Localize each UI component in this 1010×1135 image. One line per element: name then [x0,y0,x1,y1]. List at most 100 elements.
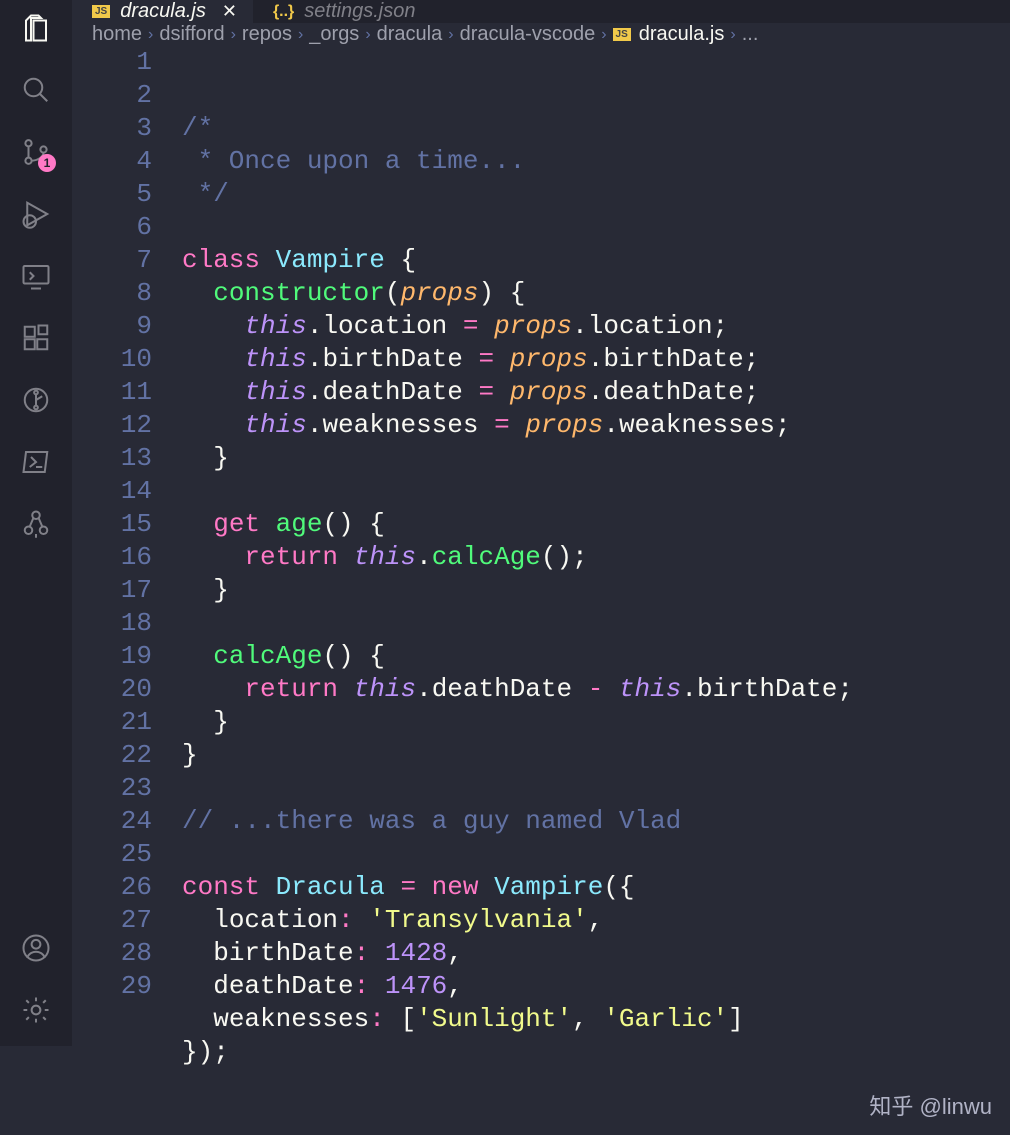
line-number: 23 [72,772,152,805]
code-line[interactable]: const Dracula = new Vampire({ [182,871,1010,904]
line-number: 6 [72,211,152,244]
extensions-icon[interactable] [18,320,54,356]
code-line[interactable]: /* [182,112,1010,145]
breadcrumb-segment[interactable]: _orgs [309,23,359,46]
code-line[interactable]: this.deathDate = props.deathDate; [182,376,1010,409]
remote-icon[interactable] [18,258,54,294]
line-number: 13 [72,442,152,475]
code-line[interactable]: this.birthDate = props.birthDate; [182,343,1010,376]
run-debug-icon[interactable] [18,196,54,232]
explorer-icon[interactable] [18,10,54,46]
line-number: 21 [72,706,152,739]
breadcrumb-segment[interactable]: home [92,23,142,46]
code-line[interactable] [182,772,1010,805]
tab-settings-json[interactable]: {..} settings.json [253,0,432,23]
line-numbers: 1234567891011121314151617181920212223242… [72,46,182,1135]
code-line[interactable]: calcAge() { [182,640,1010,673]
code-line[interactable]: */ [182,178,1010,211]
chevron-right-icon: › [601,26,606,44]
line-number: 18 [72,607,152,640]
line-number: 2 [72,79,152,112]
chevron-right-icon: › [148,26,153,44]
tree-icon[interactable] [18,506,54,542]
powershell-icon[interactable] [18,444,54,480]
settings-gear-icon[interactable] [18,992,54,1028]
breadcrumb-segment[interactable]: dracula [377,23,443,46]
tab-label: settings.json [304,0,415,23]
code-line[interactable]: return this.deathDate - this.birthDate; [182,673,1010,706]
code-line[interactable] [182,475,1010,508]
code-line[interactable]: } [182,739,1010,772]
line-number: 10 [72,343,152,376]
code-line[interactable]: this.location = props.location; [182,310,1010,343]
code-line[interactable]: class Vampire { [182,244,1010,277]
line-number: 26 [72,871,152,904]
code-line[interactable]: } [182,442,1010,475]
line-number: 15 [72,508,152,541]
breadcrumb-tail: ... [742,23,759,46]
line-number: 4 [72,145,152,178]
code-line[interactable]: * Once upon a time... [182,145,1010,178]
line-number: 28 [72,937,152,970]
code-line[interactable]: birthDate: 1428, [182,937,1010,970]
tab-label: dracula.js [120,0,206,23]
code-line[interactable]: get age() { [182,508,1010,541]
line-number: 16 [72,541,152,574]
tab-dracula-js[interactable]: JS dracula.js ✕ [72,0,253,23]
code-line[interactable]: return this.calcAge(); [182,541,1010,574]
code-line[interactable]: } [182,574,1010,607]
line-number: 5 [72,178,152,211]
breadcrumb-file[interactable]: JS dracula.js [613,23,725,46]
code-line[interactable]: constructor(props) { [182,277,1010,310]
code-line[interactable]: } [182,706,1010,739]
code-line[interactable] [182,607,1010,640]
chevron-right-icon: › [448,26,453,44]
js-file-icon: JS [92,5,110,18]
line-number: 12 [72,409,152,442]
line-number: 8 [72,277,152,310]
line-number: 9 [72,310,152,343]
git-graph-icon[interactable] [18,382,54,418]
source-control-icon[interactable]: 1 [18,134,54,170]
chevron-right-icon: › [231,26,236,44]
code-line[interactable]: location: 'Transylvania', [182,904,1010,937]
breadcrumb[interactable]: home › dsifford › repos › _orgs › dracula › dracul… [72,23,1010,46]
code-editor[interactable]: 1234567891011121314151617181920212223242… [72,46,1010,1135]
code-content[interactable]: /* * Once upon a time... */ class Vampire… [182,46,1010,1135]
line-number: 19 [72,640,152,673]
code-line[interactable] [182,838,1010,871]
line-number: 24 [72,805,152,838]
watermark: 知乎 @linwu [869,1090,992,1123]
line-number: 22 [72,739,152,772]
line-number: 29 [72,970,152,1003]
code-line[interactable]: }); [182,1036,1010,1069]
editor-tabs: JS dracula.js ✕ {..} settings.json [72,0,1010,23]
search-icon[interactable] [18,72,54,108]
breadcrumb-segment[interactable]: repos [242,23,292,46]
code-line[interactable]: // ...there was a guy named Vlad [182,805,1010,838]
code-line[interactable]: weaknesses: ['Sunlight', 'Garlic'] [182,1003,1010,1036]
line-number: 20 [72,673,152,706]
accounts-icon[interactable] [18,930,54,966]
js-file-icon: JS [613,28,631,41]
line-number: 17 [72,574,152,607]
chevron-right-icon: › [365,26,370,44]
chevron-right-icon: › [298,26,303,44]
line-number: 25 [72,838,152,871]
code-line[interactable]: this.weaknesses = props.weaknesses; [182,409,1010,442]
code-line[interactable] [182,211,1010,244]
json-file-icon: {..} [273,3,294,21]
line-number: 11 [72,376,152,409]
chevron-right-icon: › [730,26,735,44]
line-number: 3 [72,112,152,145]
line-number: 1 [72,46,152,79]
breadcrumb-segment[interactable]: dracula-vscode [460,23,596,46]
line-number: 14 [72,475,152,508]
line-number: 7 [72,244,152,277]
scm-badge: 1 [38,154,56,172]
breadcrumb-segment[interactable]: dsifford [159,23,224,46]
activity-bar: 1 [0,0,72,1046]
code-line[interactable]: deathDate: 1476, [182,970,1010,1003]
close-icon[interactable]: ✕ [222,1,237,22]
line-number: 27 [72,904,152,937]
